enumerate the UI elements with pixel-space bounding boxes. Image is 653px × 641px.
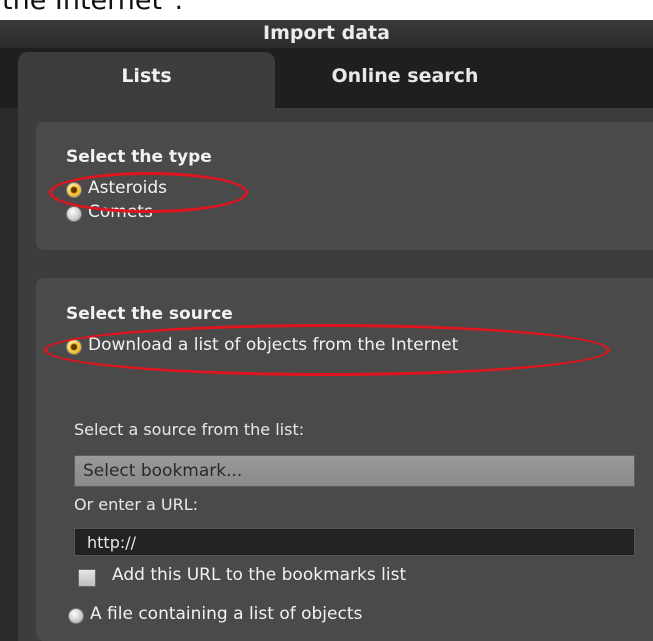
tab-bar: Lists Online search	[0, 48, 653, 108]
bookmark-select-value: Select bookmark...	[83, 461, 243, 481]
download-radio-button[interactable]	[66, 339, 82, 355]
dialog-titlebar[interactable]: Import data	[0, 20, 653, 48]
url-input-value: http://	[87, 533, 137, 552]
document-header-text: the Internet".	[2, 0, 184, 16]
dialog-title: Import data	[263, 22, 390, 44]
file-option-label: A file containing a list of objects	[90, 604, 363, 624]
document-header-fragment: the Internet".	[0, 0, 653, 20]
add-bookmark-checkbox[interactable]	[78, 569, 96, 587]
select-type-group: Select the type Asteroids Comets	[36, 122, 653, 250]
bookmark-select[interactable]: Select bookmark...	[74, 455, 635, 487]
select-type-title: Select the type	[66, 147, 212, 167]
source-list-label: Select a source from the list:	[74, 420, 305, 439]
comets-label: Comets	[88, 202, 153, 222]
add-bookmark-label: Add this URL to the bookmarks list	[112, 565, 407, 585]
download-label: Download a list of objects from the Inte…	[88, 335, 459, 355]
comets-radio-button[interactable]	[66, 206, 82, 222]
select-source-title: Select the source	[66, 304, 233, 324]
import-data-dialog: Configuration file Solar System About So…	[0, 20, 653, 641]
url-label: Or enter a URL:	[74, 495, 199, 514]
asteroids-label: Asteroids	[88, 178, 167, 198]
url-input[interactable]: http://	[74, 528, 635, 556]
file-radio-button[interactable]	[68, 608, 84, 624]
lists-tab-panel: Select the type Asteroids Comets Select …	[18, 108, 653, 641]
tab-online-search[interactable]: Online search	[275, 52, 535, 108]
tab-lists[interactable]: Lists	[18, 52, 275, 108]
asteroids-radio-button[interactable]	[66, 182, 82, 198]
